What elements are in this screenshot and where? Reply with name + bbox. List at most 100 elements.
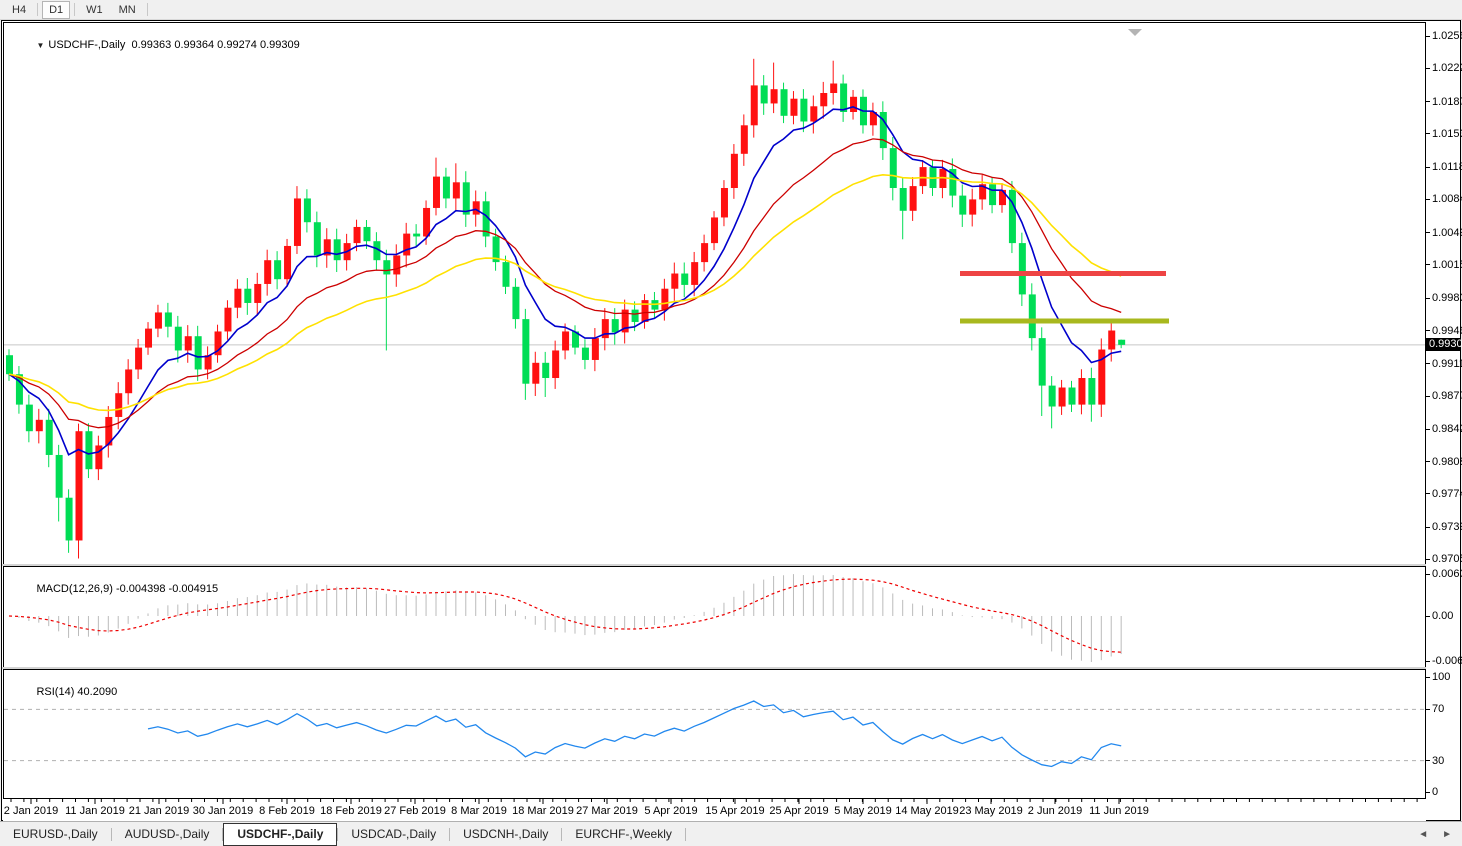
candle-body xyxy=(254,284,261,303)
candle xyxy=(76,424,83,559)
candle xyxy=(383,250,390,351)
timeframe-d1-button[interactable]: D1 xyxy=(42,1,70,19)
candle-body xyxy=(1049,386,1056,407)
candle xyxy=(393,244,400,286)
candle xyxy=(314,212,321,268)
candle-body xyxy=(681,274,688,285)
candle-body xyxy=(920,167,927,186)
candle-body xyxy=(363,227,370,241)
candle xyxy=(512,278,519,328)
axis-tick xyxy=(1426,68,1430,69)
axis-tick xyxy=(1426,133,1430,134)
candle-body xyxy=(1078,378,1085,405)
candle xyxy=(453,163,460,210)
candle xyxy=(1118,340,1125,349)
rsi-line xyxy=(148,701,1121,767)
axis-tick xyxy=(1426,461,1430,462)
tab-eurchf-weekly[interactable]: EURCHF-,Weekly xyxy=(562,825,684,844)
candle xyxy=(244,278,251,315)
price-axis-label: 0.98080 xyxy=(1432,456,1462,468)
timeframe-mn-button[interactable]: MN xyxy=(112,1,143,19)
date-label: 2 Jan 2019 xyxy=(4,805,58,817)
toolbar-separator xyxy=(147,3,148,16)
candle xyxy=(850,90,857,120)
candle xyxy=(155,305,162,337)
candle xyxy=(830,61,837,105)
axis-tick xyxy=(1426,709,1430,710)
timeframe-w1-button[interactable]: W1 xyxy=(79,1,110,19)
candle-body xyxy=(790,99,797,116)
tab-usdcad-daily[interactable]: USDCAD-,Daily xyxy=(338,825,449,844)
date-label: 8 Mar 2019 xyxy=(451,805,507,817)
price-axis-label: 1.00150 xyxy=(1432,259,1462,271)
date-label: 18 Feb 2019 xyxy=(320,805,382,817)
axis-tick xyxy=(1426,760,1430,761)
chart-dropdown-icon[interactable]: ▼ xyxy=(36,41,44,50)
tab-audusd-daily[interactable]: AUDUSD-,Daily xyxy=(112,825,223,844)
candle xyxy=(145,322,152,355)
candle-body xyxy=(354,227,361,243)
candle-body xyxy=(592,338,599,360)
rsi-axis-label: 30 xyxy=(1432,755,1444,767)
candle xyxy=(324,228,331,268)
tab-eurusd-daily[interactable]: EURUSD-,Daily xyxy=(0,825,111,844)
tab-usdcnh-daily[interactable]: USDCNH-,Daily xyxy=(450,825,561,844)
candle-body xyxy=(56,455,63,498)
tab-scroll-left-icon[interactable]: ◄ xyxy=(1418,829,1428,840)
candle-body xyxy=(612,319,619,332)
candle-body xyxy=(542,363,549,378)
candle-body xyxy=(155,312,162,328)
candle-body xyxy=(731,154,738,188)
candle-body xyxy=(999,190,1006,205)
rsi-label: RSI(14) 40.2090 xyxy=(12,674,117,710)
candle-body xyxy=(522,319,529,384)
candle-body xyxy=(115,393,122,417)
axis-tick xyxy=(1426,232,1430,233)
candle xyxy=(711,211,718,250)
ma-line-8 xyxy=(9,107,1121,455)
candle xyxy=(56,445,63,522)
candle xyxy=(1049,376,1056,428)
axis-tick xyxy=(1426,661,1430,662)
timeframe-toolbar: H4 D1 W1MN xyxy=(0,0,1462,20)
candle-body xyxy=(145,329,152,348)
tab-scroll-right-icon[interactable]: ► xyxy=(1442,829,1452,840)
candle-body xyxy=(224,308,231,332)
candle xyxy=(433,158,440,216)
candle xyxy=(820,82,827,119)
date-label: 18 Mar 2019 xyxy=(512,805,574,817)
current-price-tag: 0.99309 xyxy=(1426,338,1460,351)
axis-tick xyxy=(1426,616,1430,617)
candle xyxy=(1009,181,1016,253)
candle xyxy=(294,186,301,254)
price-axis-label: 0.99110 xyxy=(1432,358,1462,370)
candle-body xyxy=(582,348,589,360)
candle-body xyxy=(274,260,281,279)
tab-usdchf-daily[interactable]: USDCHF-,Daily xyxy=(223,823,337,846)
candle xyxy=(224,300,231,339)
candle xyxy=(264,250,271,296)
date-label: 14 May 2019 xyxy=(895,805,959,817)
candle-body xyxy=(800,99,807,122)
ohlc-low: 0.99274 xyxy=(217,39,257,51)
candle xyxy=(542,352,549,397)
scroll-marker-icon[interactable] xyxy=(1128,29,1142,36)
date-label: 27 Feb 2019 xyxy=(384,805,446,817)
candle-body xyxy=(1039,338,1046,386)
macd-panel: MACD(12,26,9) -0.004398 -0.004915 xyxy=(3,566,1426,668)
price-axis-label: 0.99460 xyxy=(1432,325,1462,337)
time-axis: 2 Jan 201911 Jan 201921 Jan 201930 Jan 2… xyxy=(3,798,1426,821)
candle xyxy=(910,177,917,221)
candle xyxy=(731,144,738,199)
candle-body xyxy=(810,106,817,121)
timeframe-h4-button[interactable]: H4 xyxy=(5,1,33,19)
candle-body xyxy=(1009,190,1016,243)
candle xyxy=(582,339,589,369)
candle-body xyxy=(443,177,450,199)
candle-body xyxy=(850,97,857,112)
price-axis-label: 1.00490 xyxy=(1432,227,1462,239)
candle-body xyxy=(751,85,758,125)
candle-body xyxy=(1069,388,1076,405)
candle-body xyxy=(701,243,708,262)
candle xyxy=(959,184,966,226)
